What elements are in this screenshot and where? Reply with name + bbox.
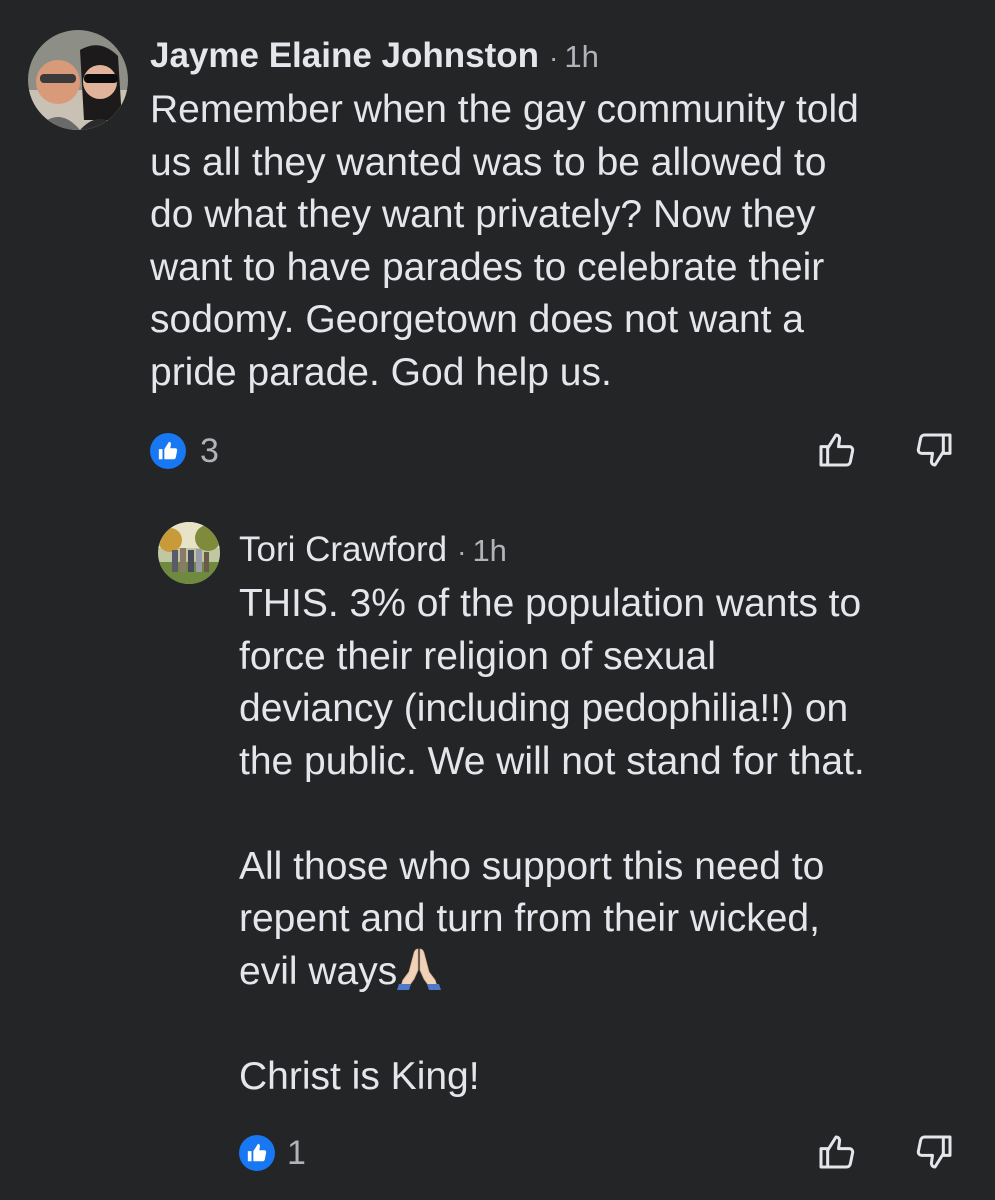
thumbs-down-outline-icon xyxy=(916,1135,952,1169)
author-name[interactable]: Tori Crawford xyxy=(239,530,447,569)
timestamp[interactable]: 1h xyxy=(472,533,506,568)
comment: Jayme Elaine Johnston · 1h Remember when t… xyxy=(0,0,995,500)
avatar[interactable] xyxy=(28,30,128,130)
reply-comment: Tori Crawford · 1h THIS. 3% of the populat… xyxy=(0,510,995,1200)
reaction-summary[interactable]: 3 xyxy=(150,431,219,471)
upvote-button[interactable] xyxy=(811,425,861,475)
author-line: Tori Crawford · 1h xyxy=(239,530,507,572)
downvote-button[interactable] xyxy=(910,425,960,475)
timestamp[interactable]: 1h xyxy=(564,39,598,74)
like-icon xyxy=(150,433,186,469)
separator-dot: · xyxy=(549,42,559,73)
separator-dot: · xyxy=(457,536,467,567)
comment-text-main: THIS. 3% of the population wants to forc… xyxy=(239,582,865,993)
author-line: Jayme Elaine Johnston · 1h xyxy=(150,36,599,78)
comment-text-end: Christ is King! xyxy=(239,1054,480,1098)
reaction-summary[interactable]: 1 xyxy=(239,1133,306,1173)
thumbs-up-outline-icon xyxy=(819,433,855,467)
downvote-button[interactable] xyxy=(910,1127,960,1177)
thumbs-down-outline-icon xyxy=(916,433,952,467)
comment-text: Remember when the gay community told us … xyxy=(150,88,859,394)
thumbs-up-outline-icon xyxy=(819,1135,855,1169)
avatar[interactable] xyxy=(158,522,220,584)
author-name[interactable]: Jayme Elaine Johnston xyxy=(150,36,539,75)
reaction-count: 3 xyxy=(200,431,219,470)
reaction-count: 1 xyxy=(287,1133,306,1172)
comment-text: THIS. 3% of the population wants to forc… xyxy=(239,578,984,1103)
praying-hands-emoji xyxy=(397,948,442,990)
upvote-button[interactable] xyxy=(811,1127,861,1177)
like-icon xyxy=(239,1135,275,1171)
